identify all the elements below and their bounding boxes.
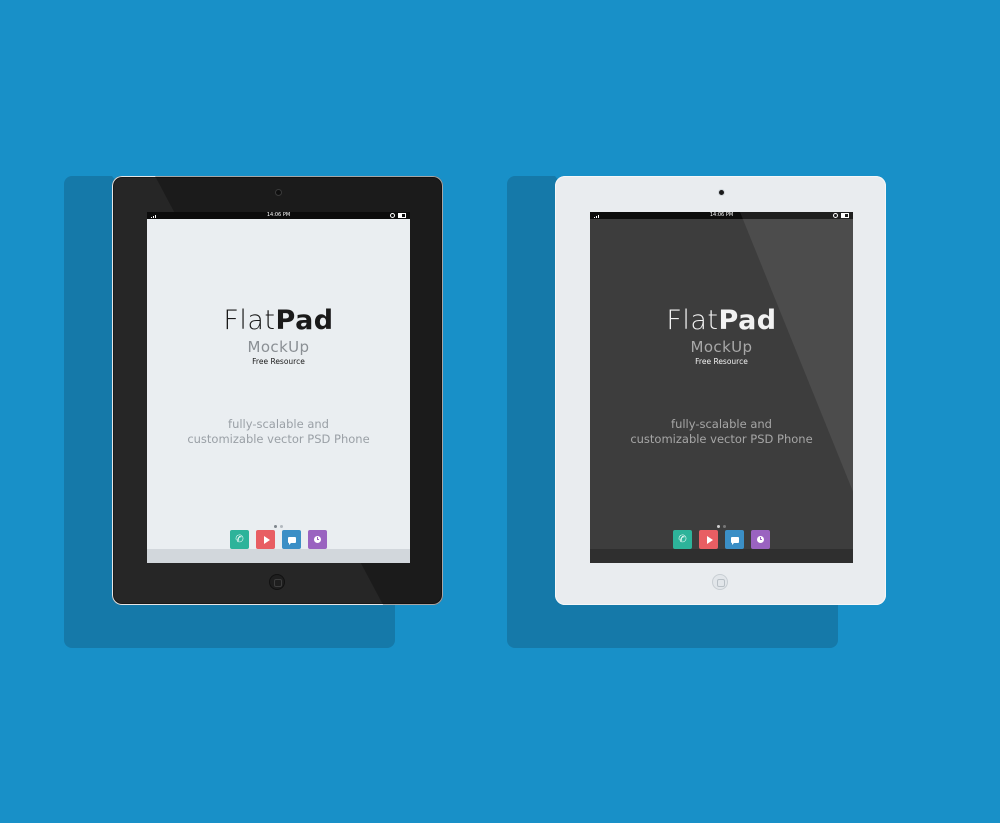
page-indicator	[590, 525, 853, 528]
chat-icon[interactable]	[725, 530, 744, 549]
dock-apps: ✆	[590, 530, 853, 549]
description: fully-scalable and customizable vector P…	[147, 417, 410, 447]
resource-label: Free Resource	[695, 357, 748, 366]
battery-icon	[398, 213, 406, 218]
description-line: customizable vector PSD Phone	[187, 432, 370, 446]
chat-icon[interactable]	[282, 530, 301, 549]
front-camera	[719, 190, 724, 195]
front-camera	[276, 190, 281, 195]
app-title: FlatPad	[666, 305, 777, 336]
status-bar: 14:06 PM	[590, 212, 853, 219]
dock	[147, 549, 410, 563]
status-time: 14:06 PM	[709, 212, 734, 218]
dock	[590, 549, 853, 563]
clock-icon[interactable]	[308, 530, 327, 549]
play-icon[interactable]	[699, 530, 718, 549]
black-tablet-mockup: 14:06 PM FlatPad MockUp Free Resource fu…	[64, 176, 443, 648]
battery-icon	[841, 213, 849, 218]
home-button[interactable]	[269, 574, 285, 590]
page-indicator	[147, 525, 410, 528]
status-time: 14:06 PM	[266, 212, 291, 218]
description: fully-scalable and customizable vector P…	[590, 417, 853, 447]
alarm-icon	[833, 213, 838, 218]
app-subtitle: MockUp	[690, 338, 753, 356]
tablet-screen: 14:06 PM FlatPad MockUp Free Resource fu…	[147, 212, 410, 563]
description-line: fully-scalable and	[671, 417, 772, 431]
app-subtitle: MockUp	[247, 338, 310, 356]
description-line: customizable vector PSD Phone	[630, 432, 813, 446]
status-bar: 14:06 PM	[147, 212, 410, 219]
description-line: fully-scalable and	[228, 417, 329, 431]
app-title: FlatPad	[223, 305, 334, 336]
phone-icon[interactable]: ✆	[230, 530, 249, 549]
clock-icon[interactable]	[751, 530, 770, 549]
resource-label: Free Resource	[252, 357, 305, 366]
dock-apps: ✆	[147, 530, 410, 549]
tablet-screen: 14:06 PM FlatPad MockUp Free Resource fu…	[590, 212, 853, 563]
play-icon[interactable]	[256, 530, 275, 549]
alarm-icon	[390, 213, 395, 218]
white-tablet-mockup: 14:06 PM FlatPad MockUp Free Resource fu…	[507, 176, 886, 648]
phone-icon[interactable]: ✆	[673, 530, 692, 549]
home-button[interactable]	[712, 574, 728, 590]
